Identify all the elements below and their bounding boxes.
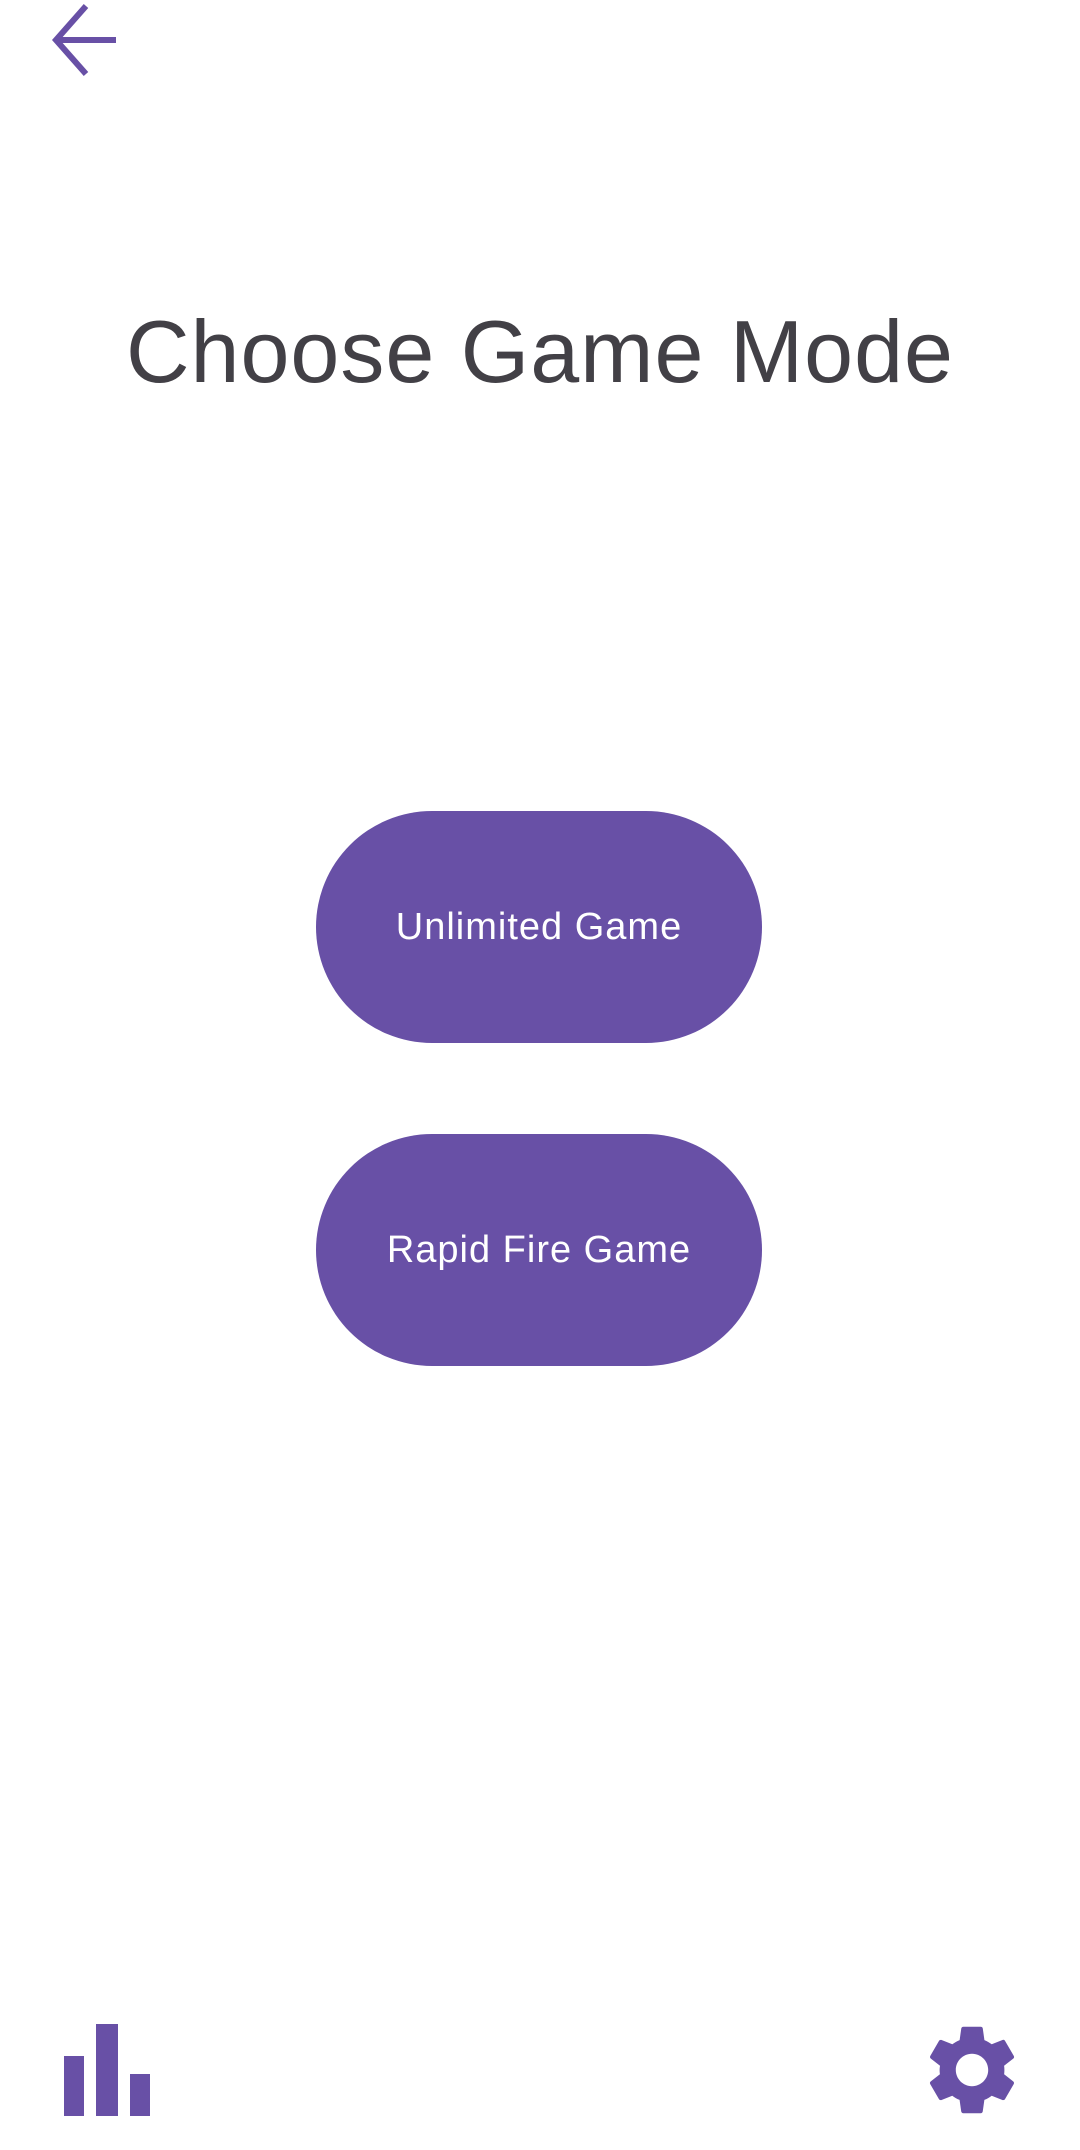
page-title: Choose Game Mode	[126, 301, 954, 401]
stats-button[interactable]	[62, 2022, 152, 2116]
settings-button[interactable]	[918, 2014, 1026, 2126]
arrow-left-icon	[51, 4, 116, 76]
bar-chart-icon	[64, 2024, 150, 2116]
unlimited-game-label: Unlimited Game	[395, 905, 683, 948]
unlimited-game-button[interactable]: Unlimited Game	[316, 811, 762, 1043]
back-button[interactable]	[48, 0, 124, 80]
gear-icon	[929, 2026, 1015, 2114]
rapid-fire-game-button[interactable]: Rapid Fire Game	[316, 1134, 762, 1366]
rapid-fire-game-label: Rapid Fire Game	[386, 1228, 692, 1271]
